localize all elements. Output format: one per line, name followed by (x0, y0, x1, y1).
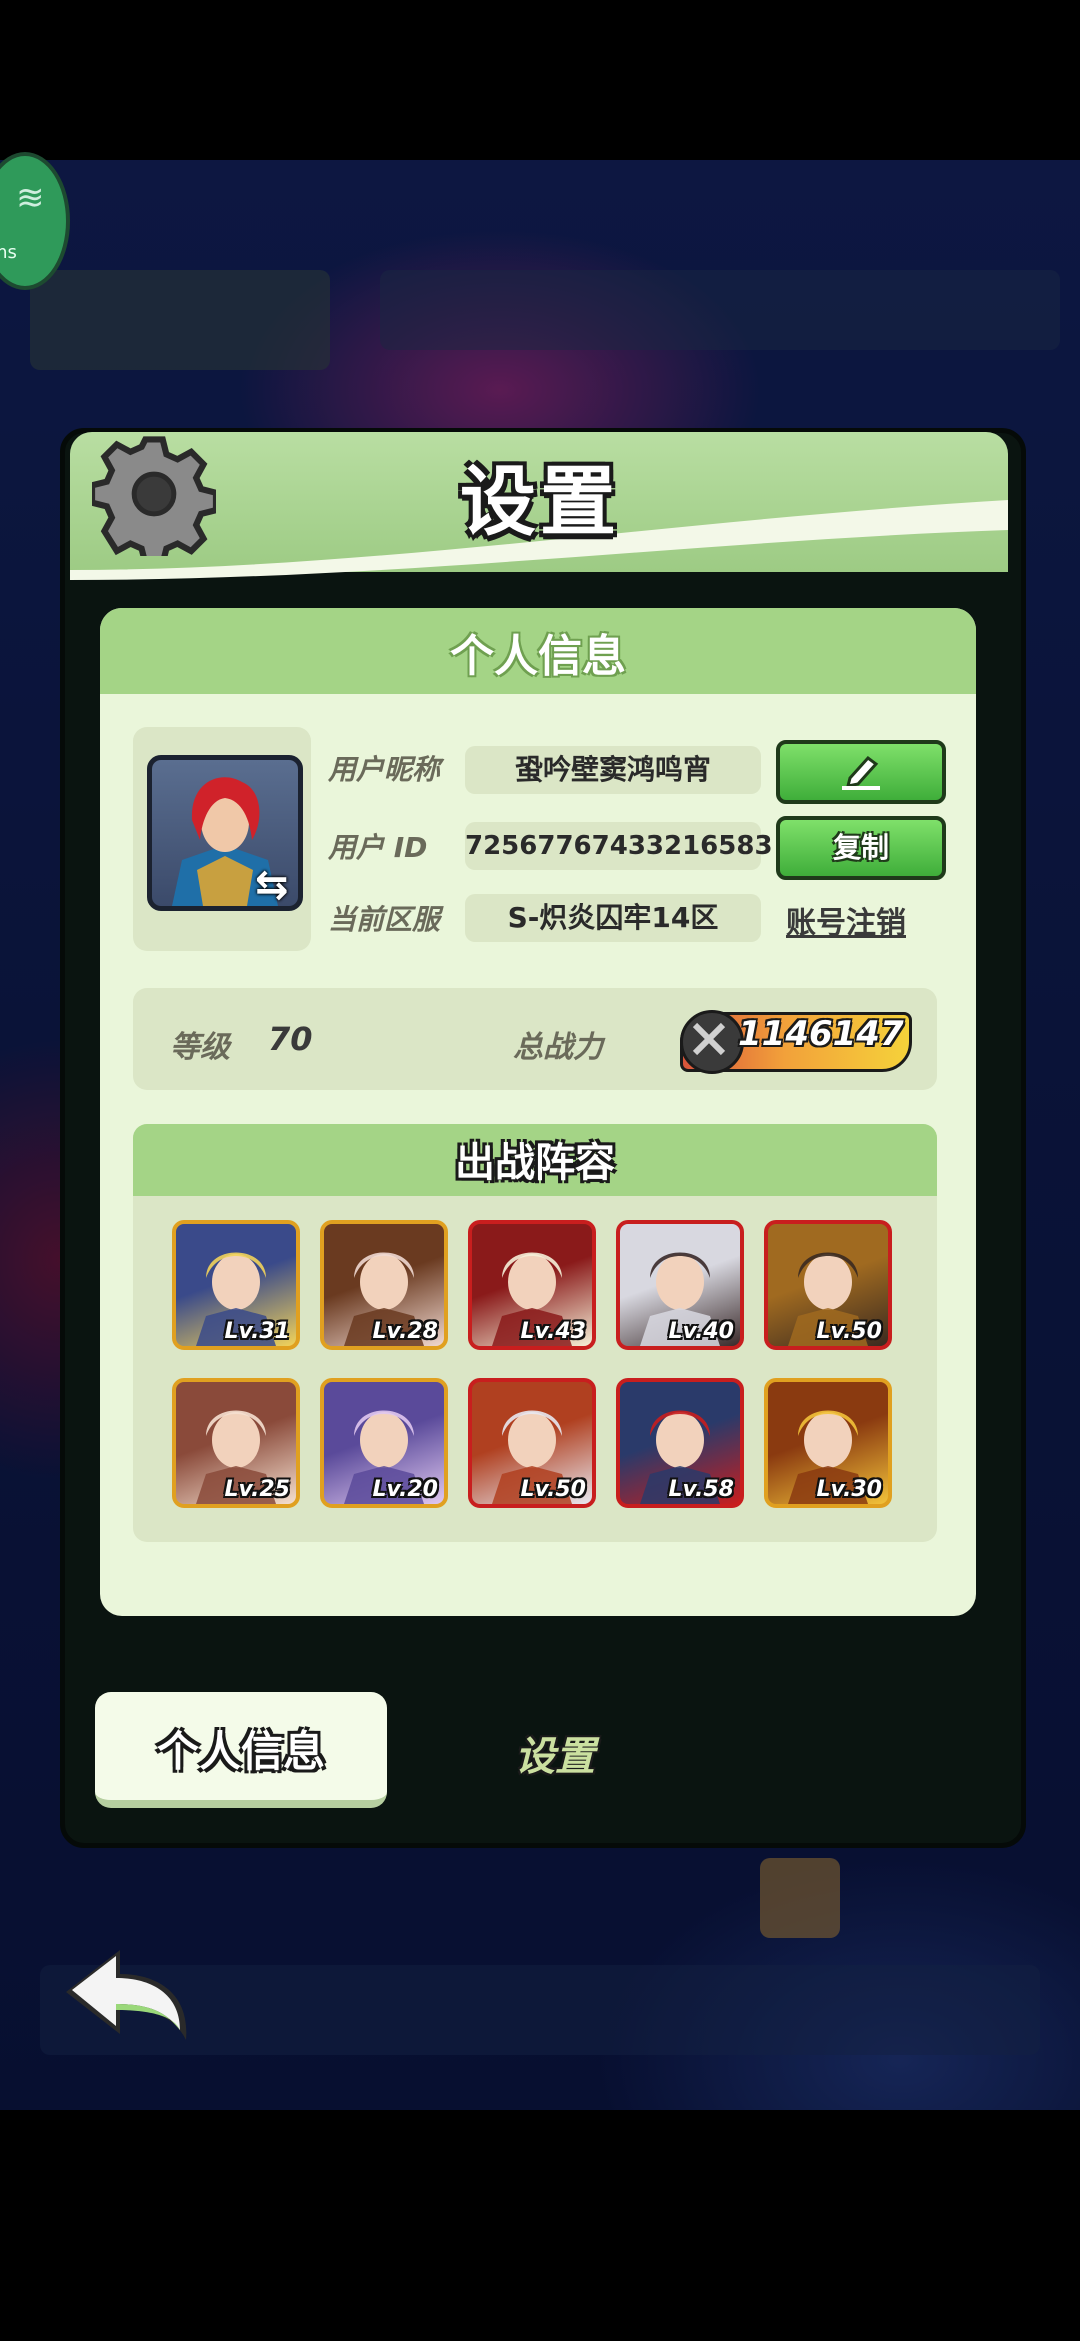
account-cancel-link[interactable]: 账号注销 (786, 898, 906, 942)
hero-level: Lv.50 (520, 1477, 586, 1502)
page-title: 设置 (460, 457, 620, 546)
edit-nickname-button[interactable] (776, 740, 946, 804)
server-label: 当前区服 (328, 903, 441, 936)
power-value: 1146147 (738, 1014, 904, 1054)
personal-info-title: 个人信息 (450, 631, 626, 682)
wifi-icon: ≋ (16, 178, 45, 218)
level-value: 70 (268, 1020, 313, 1058)
hero-slot[interactable]: Lv.30 (764, 1378, 892, 1508)
tab-settings[interactable]: 设置 (470, 1724, 640, 1782)
hero-slot[interactable]: Lv.58 (616, 1378, 744, 1508)
hero-level: Lv.58 (668, 1477, 734, 1502)
hero-level: Lv.28 (372, 1319, 438, 1344)
hero-slot[interactable]: Lv.25 (172, 1378, 300, 1508)
nickname-value: 蛩吟壁窦鸿鸣宵 (465, 746, 761, 794)
hero-level: Lv.50 (816, 1319, 882, 1344)
hero-slot[interactable]: Lv.50 (764, 1220, 892, 1350)
hero-level: Lv.40 (668, 1319, 734, 1344)
lineup-title: 出战阵容 (455, 1140, 615, 1186)
power-label: 总战力 (513, 1030, 603, 1065)
user-id-value: 72567767433216583 (465, 822, 773, 870)
crossed-swords-icon (680, 1010, 744, 1074)
hero-slot[interactable]: Lv.43 (468, 1220, 596, 1350)
pencil-icon (842, 755, 880, 790)
hero-level: Lv.20 (372, 1477, 438, 1502)
tab-personal-info-label: 个人信息 (156, 1727, 325, 1776)
swap-avatar-icon[interactable]: ⇆ (255, 862, 289, 908)
server-value: S-炽炎囚牢14区 (465, 894, 761, 942)
copy-id-button[interactable]: 复制 (776, 816, 946, 880)
gear-icon (92, 436, 216, 556)
back-arrow-icon[interactable] (58, 1940, 198, 2050)
user-id-label: 用户 ID (328, 831, 428, 864)
hero-level: Lv.43 (520, 1319, 586, 1344)
hero-slot[interactable]: Lv.31 (172, 1220, 300, 1350)
level-label: 等级 (170, 1030, 230, 1065)
hero-slot[interactable]: Lv.40 (616, 1220, 744, 1350)
hero-level: Lv.25 (224, 1477, 290, 1502)
hero-slot[interactable]: Lv.50 (468, 1378, 596, 1508)
hero-level: Lv.31 (224, 1319, 290, 1344)
hero-slot[interactable]: Lv.28 (320, 1220, 448, 1350)
nickname-label: 用户昵称 (328, 753, 441, 786)
network-latency-label: ms (0, 242, 17, 263)
hero-level: Lv.30 (816, 1477, 882, 1502)
hero-slot[interactable]: Lv.20 (320, 1378, 448, 1508)
